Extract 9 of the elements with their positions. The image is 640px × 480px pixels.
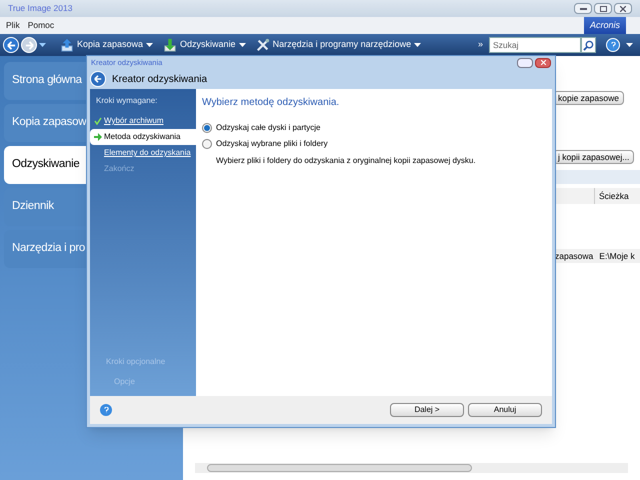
column-header: Ścieżka	[594, 188, 640, 204]
optional-step: Opcje	[90, 376, 196, 388]
page-heading: Wybierz metodę odzyskiwania.	[202, 96, 340, 110]
brand-logo: Acronis	[584, 17, 626, 34]
table-cell: zapasowa	[555, 250, 594, 262]
option-description: Wybierz pliki i foldery do odzyskania z oryginalnej kopii zapasowej dysku.	[215, 155, 477, 167]
window-title: True Image 2013	[8, 2, 72, 15]
optional-heading: Kroki opcjonalne	[105, 356, 166, 368]
table-cell: E:\Moje k	[599, 250, 635, 262]
